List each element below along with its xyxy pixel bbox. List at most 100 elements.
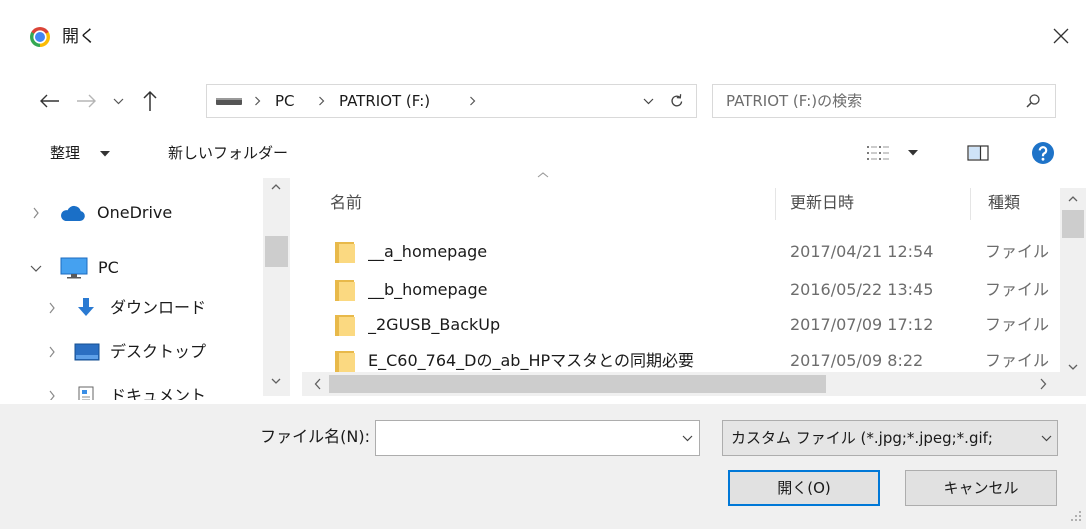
table-row[interactable]: __a_homepage 2017/04/21 12:54 ファイル (300, 235, 1058, 269)
table-row[interactable]: E_C60_764_Dの_ab_HPマスタとの同期必要 2017/05/09 8… (300, 344, 1058, 372)
file-list-horizontal-scrollbar[interactable] (302, 372, 1058, 396)
file-type: ファイル (985, 315, 1050, 334)
horizontal-scroll-thumb[interactable] (329, 375, 826, 393)
expand-chevron-icon[interactable] (48, 302, 56, 314)
search-input[interactable] (726, 85, 1016, 117)
column-divider[interactable] (775, 188, 776, 220)
column-header-name[interactable]: 名前 (330, 188, 362, 218)
pc-monitor-icon (60, 257, 88, 279)
scroll-down-icon[interactable] (271, 378, 281, 384)
expand-chevron-icon[interactable] (48, 390, 56, 400)
footer-panel: ファイル名(N): カスタム ファイル (*.jpg;*.jpeg;*.gif;… (0, 404, 1086, 529)
close-icon (1052, 27, 1070, 45)
view-dropdown-triangle-icon[interactable] (908, 150, 918, 156)
scrollbar-corner (1058, 372, 1086, 396)
chrome-icon (30, 27, 50, 47)
dropdown-triangle-icon (100, 151, 110, 157)
nav-scrollbar[interactable] (263, 178, 290, 396)
address-history-chevron-icon[interactable] (643, 98, 654, 105)
cancel-button[interactable]: キャンセル (905, 470, 1057, 506)
address-bar[interactable]: PC PATRIOT (F:) (206, 84, 697, 118)
details-view-icon (866, 145, 890, 161)
nav-item-documents[interactable]: ドキュメント (0, 381, 262, 400)
file-date: 2017/05/09 8:22 (790, 351, 924, 370)
file-name-label: ファイル名(N): (260, 427, 370, 446)
vertical-scroll-thumb[interactable] (1062, 210, 1084, 238)
breadcrumb-separator-icon[interactable] (254, 96, 261, 106)
file-name: __b_homepage (368, 280, 488, 299)
file-list: __a_homepage 2017/04/21 12:54 ファイル __b_h… (300, 234, 1058, 372)
close-button[interactable] (1046, 22, 1076, 50)
scroll-up-icon[interactable] (271, 184, 281, 190)
breadcrumb-pc[interactable]: PC (275, 85, 295, 117)
file-name: __a_homepage (368, 242, 488, 261)
nav-item-label: ダウンロード (110, 298, 207, 317)
new-folder-button[interactable]: 新しいフォルダー (158, 138, 303, 168)
scroll-down-icon[interactable] (1068, 364, 1078, 370)
column-header-date-modified[interactable]: 更新日時 (790, 188, 854, 218)
column-divider[interactable] (970, 188, 971, 220)
up-arrow-icon (142, 90, 158, 112)
breadcrumb-separator-icon[interactable] (469, 96, 476, 106)
organize-button[interactable]: 整理 (40, 138, 135, 168)
dialog-title: 開く (62, 27, 96, 47)
download-icon (76, 297, 96, 319)
nav-item-downloads[interactable]: ダウンロード (0, 293, 262, 323)
search-icon[interactable] (1025, 93, 1041, 109)
sort-ascending-icon (537, 172, 549, 178)
chevron-down-icon (113, 98, 124, 105)
back-button[interactable] (36, 89, 64, 113)
table-row[interactable]: _2GUSB_BackUp 2017/07/09 17:12 ファイル (300, 308, 1058, 342)
refresh-icon[interactable] (669, 93, 685, 109)
folder-icon (333, 278, 357, 302)
column-header-type[interactable]: 種類 (988, 188, 1053, 218)
file-list-vertical-scrollbar[interactable] (1060, 188, 1086, 372)
resize-grip-icon[interactable] (1068, 508, 1082, 522)
nav-item-desktop[interactable]: デスクトップ (0, 337, 262, 367)
forward-arrow-icon (75, 93, 97, 109)
help-button[interactable] (1032, 142, 1054, 164)
nav-item-onedrive[interactable]: OneDrive (0, 198, 262, 228)
nav-item-label: OneDrive (97, 203, 173, 222)
nav-item-pc[interactable]: PC (0, 253, 262, 283)
change-view-button[interactable] (862, 140, 924, 166)
scroll-right-icon[interactable] (1040, 378, 1047, 390)
nav-scroll-thumb[interactable] (265, 236, 288, 267)
preview-pane-button[interactable] (966, 144, 990, 162)
chevron-down-icon[interactable] (682, 435, 693, 442)
onedrive-cloud-icon (58, 204, 86, 222)
file-date: 2017/07/09 17:12 (790, 315, 934, 334)
folder-icon (333, 313, 357, 337)
file-name: _2GUSB_BackUp (368, 315, 501, 334)
up-button[interactable] (138, 89, 162, 113)
recent-locations-button[interactable] (110, 89, 128, 113)
nav-item-label: PC (98, 258, 119, 277)
help-icon (1032, 142, 1054, 164)
organize-label: 整理 (50, 144, 81, 162)
scroll-left-icon[interactable] (314, 378, 321, 390)
file-date: 2016/05/22 13:45 (790, 280, 934, 299)
chevron-down-icon (1041, 435, 1052, 442)
expand-chevron-icon[interactable] (32, 207, 40, 219)
scroll-up-icon[interactable] (1068, 196, 1078, 202)
file-name-combobox[interactable] (375, 420, 700, 456)
file-name-input[interactable] (382, 421, 672, 455)
folder-icon (333, 349, 357, 372)
forward-button[interactable] (72, 89, 100, 113)
breadcrumb-separator-icon[interactable] (318, 96, 325, 106)
navigation-pane: OneDrive PC ダウンロード デスクトップ ドキュメント (0, 176, 295, 400)
search-box[interactable] (712, 84, 1056, 118)
folder-icon (333, 240, 357, 264)
expand-chevron-icon[interactable] (48, 346, 56, 358)
table-row[interactable]: __b_homepage 2016/05/22 13:45 ファイル (300, 273, 1058, 307)
documents-icon (77, 386, 95, 400)
file-type-select[interactable]: カスタム ファイル (*.jpg;*.jpeg;*.gif; (722, 420, 1058, 456)
collapse-chevron-icon[interactable] (30, 264, 42, 272)
file-date: 2017/04/21 12:54 (790, 242, 934, 261)
file-type: ファイル (985, 351, 1050, 370)
file-name: E_C60_764_Dの_ab_HPマスタとの同期必要 (368, 351, 694, 370)
file-type-selected: カスタム ファイル (*.jpg;*.jpeg;*.gif; (731, 429, 993, 447)
file-type: ファイル (985, 280, 1050, 299)
open-button[interactable]: 開く(O) (728, 470, 880, 506)
breadcrumb-drive[interactable]: PATRIOT (F:) (339, 85, 430, 117)
